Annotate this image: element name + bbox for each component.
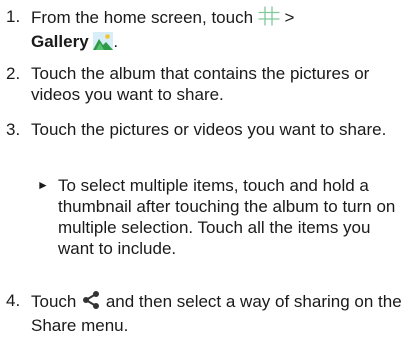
instruction-document: 1. From the home screen, touch > Gallery	[0, 0, 414, 339]
step-period: .	[113, 32, 119, 51]
gallery-icon	[93, 32, 114, 55]
step-number: 2.	[6, 64, 21, 83]
step-text: From the home screen, touch > Gallery .	[31, 6, 409, 55]
step-number: 4.	[6, 291, 21, 310]
sub-bullet-text: To select multiple items, touch and hold…	[58, 176, 396, 258]
step-text-before: Touch	[31, 292, 77, 311]
gallery-label: Gallery	[31, 32, 89, 51]
step-text: Touch and then select a way of sharing o…	[31, 290, 409, 336]
share-icon	[81, 290, 101, 315]
step-text-before: From the home screen, touch	[31, 8, 254, 27]
bullet-icon: ►	[37, 178, 49, 192]
step-number: 1.	[6, 7, 21, 26]
step-text: Touch the album that contains the pictur…	[31, 64, 370, 104]
step-text: Touch the pictures or videos you want to…	[31, 120, 387, 139]
apps-grid-icon	[258, 6, 280, 31]
step-number: 3.	[6, 120, 21, 139]
step-separator: >	[284, 8, 295, 27]
